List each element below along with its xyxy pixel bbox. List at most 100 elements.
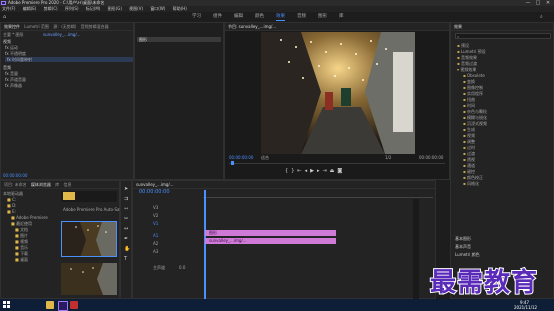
folder-recent[interactable]: ■ 最近使用 bbox=[11, 221, 32, 226]
tree-item-time[interactable]: ▪ 时间 bbox=[463, 103, 475, 108]
tree-item-blur-sharpen[interactable]: ▪ 模糊与锐化 bbox=[463, 115, 487, 120]
tree-item-utility[interactable]: ▪ 实用程序 bbox=[463, 91, 483, 96]
premiere-taskbar-icon[interactable] bbox=[58, 301, 68, 311]
razor-tool-icon[interactable]: ✂ bbox=[124, 217, 128, 222]
tab-sequence[interactable]: sunvalley_...img/... bbox=[136, 181, 174, 188]
tree-item-stylize[interactable]: ▪ 风格化 bbox=[463, 181, 479, 186]
tree-item-noise-grain[interactable]: ▪ 杂色与颗粒 bbox=[463, 109, 487, 114]
workspace-tab-graphics[interactable]: 图形 bbox=[318, 14, 327, 20]
workspace-tab-learn[interactable]: 学习 bbox=[192, 14, 201, 20]
tree-item-transition[interactable]: ▪ 过渡 bbox=[463, 151, 475, 156]
effect-time-remap[interactable]: fx 时间重映射 bbox=[5, 57, 133, 62]
effect-panner[interactable]: fx 声像器 bbox=[5, 83, 22, 88]
quality-dropdown[interactable]: 1/2 bbox=[385, 155, 391, 160]
tree-item-lumetri-presets[interactable]: ▪ Lumetri 预设 bbox=[457, 49, 486, 54]
hand-tool-icon[interactable]: ✋ bbox=[124, 247, 130, 252]
file-explorer-icon[interactable] bbox=[46, 301, 54, 309]
effect-controls-timeline[interactable]: 图形 bbox=[134, 22, 224, 180]
folder-music[interactable]: ■ 音乐 bbox=[15, 245, 28, 250]
search-icon[interactable]: ⌕ bbox=[540, 14, 543, 20]
folder-c[interactable]: ■ C: bbox=[7, 197, 16, 202]
effect-opacity[interactable]: fx 不透明度 bbox=[5, 51, 26, 56]
autosave-item[interactable]: Adobe Premiere Pro Auto-Save bbox=[61, 191, 124, 212]
tree-item-keying[interactable]: ▪ 键控 bbox=[463, 169, 475, 174]
workspace-tab-audio[interactable]: 音频 bbox=[297, 14, 306, 20]
master-volume[interactable]: 0.0 bbox=[179, 265, 185, 270]
clip-thumbnail-2[interactable] bbox=[61, 263, 117, 295]
tree-item-video[interactable]: ▪ 视频 bbox=[463, 133, 475, 138]
tree-item-audio-effects[interactable]: ▪ 音频效果 bbox=[457, 55, 477, 60]
tree-item-transform[interactable]: ▪ 变换 bbox=[463, 79, 475, 84]
tree-item-obsolete-2[interactable]: ▪ 过时 bbox=[463, 145, 475, 150]
folder-videos[interactable]: ■ 视频 bbox=[15, 239, 28, 244]
tree-item-perspective[interactable]: ▪ 透视 bbox=[463, 157, 475, 162]
go-to-in-icon[interactable]: ⇤ bbox=[297, 168, 304, 174]
tree-item-video-effects[interactable]: ▾ 视频效果 bbox=[457, 67, 476, 72]
track-a3[interactable]: A3 bbox=[153, 249, 158, 254]
tab-media-browser[interactable]: 媒体浏览器 bbox=[31, 181, 51, 188]
effect-motion[interactable]: fx 运动 bbox=[5, 45, 18, 50]
home-icon[interactable]: ⌂ bbox=[3, 14, 6, 20]
track-v2[interactable]: V2 bbox=[153, 213, 158, 218]
selection-tool-icon[interactable]: ➤ bbox=[124, 187, 128, 192]
pen-tool-icon[interactable]: ✒ bbox=[124, 237, 128, 242]
track-a2[interactable]: A2 bbox=[153, 241, 158, 246]
export-frame-icon[interactable]: ◙ bbox=[337, 168, 345, 174]
folder-d[interactable]: ■ D: bbox=[7, 203, 17, 208]
track-a1[interactable]: A1 bbox=[153, 233, 158, 238]
workspace-tab-editing[interactable]: 编辑 bbox=[234, 14, 243, 20]
effect-volume[interactable]: fx 音量 bbox=[5, 71, 18, 76]
tree-item-audio-transitions[interactable]: ▪ 音频过渡 bbox=[457, 61, 477, 66]
tab-source[interactable]: 源：(无剪辑) bbox=[53, 23, 76, 30]
effects-search-input[interactable]: ⌕ bbox=[455, 33, 551, 39]
playhead-marker[interactable] bbox=[231, 161, 234, 165]
time-ruler[interactable] bbox=[203, 190, 433, 198]
footer-lumetri-color[interactable]: Lumetri 颜色 bbox=[455, 252, 480, 257]
tab-effects[interactable]: 效果 bbox=[454, 23, 462, 30]
workspace-tab-assembly[interactable]: 组件 bbox=[213, 14, 222, 20]
track-select-tool-icon[interactable]: ⇉ bbox=[124, 197, 128, 202]
tree-item-immersive-video[interactable]: ▪ 沉浸式视频 bbox=[463, 121, 487, 126]
tree-item-color-correction[interactable]: ▪ 颜色校正 bbox=[463, 175, 483, 180]
go-to-out-icon[interactable]: ⇥ bbox=[322, 168, 329, 174]
tab-program[interactable]: 节目: sunvalley_...img/... bbox=[228, 23, 276, 30]
video-preview[interactable] bbox=[261, 32, 415, 154]
program-scrub-bar[interactable] bbox=[229, 163, 445, 164]
footer-essential-sound[interactable]: 基本声音 bbox=[455, 244, 471, 249]
clip-name[interactable]: sunvalley_...img/... bbox=[43, 32, 81, 37]
tree-item-obsolete[interactable]: ▪ Obsolete bbox=[463, 73, 485, 78]
tree-item-distort[interactable]: ▪ 扭曲 bbox=[463, 97, 475, 102]
folder-documents[interactable]: ■ 文档 bbox=[15, 227, 28, 232]
tab-lumetri-scopes[interactable]: Lumetri 范围 bbox=[24, 23, 49, 30]
type-tool-icon[interactable]: T bbox=[124, 257, 127, 262]
workspace-tab-libraries[interactable]: 库 bbox=[339, 14, 344, 20]
ripple-edit-tool-icon[interactable]: ⇿ bbox=[124, 207, 128, 212]
workspace-tab-color[interactable]: 颜色 bbox=[255, 14, 264, 20]
program-timecode-in[interactable]: 00:00:00:00 bbox=[229, 155, 253, 160]
track-v1[interactable]: V1 bbox=[153, 221, 158, 226]
play-icon[interactable]: ▶ bbox=[310, 168, 317, 174]
folder-downloads[interactable]: ■ 下载 bbox=[15, 251, 28, 256]
slip-tool-icon[interactable]: ↔ bbox=[124, 227, 128, 232]
audio-clip[interactable]: sunvalley_...img/... bbox=[205, 238, 336, 244]
clip-thumbnail-1[interactable] bbox=[61, 221, 117, 257]
folder-desktop[interactable]: ■ 桌面 bbox=[15, 257, 28, 262]
effect-channel-volume[interactable]: fx 声道音量 bbox=[5, 77, 26, 82]
tab-libraries[interactable]: 库 bbox=[55, 181, 59, 188]
tree-item-image-control[interactable]: ▪ 图像控制 bbox=[463, 85, 483, 90]
tab-info[interactable]: 信息 bbox=[63, 181, 71, 188]
tab-project[interactable]: 项目: 未命名 bbox=[4, 181, 27, 188]
windows-start-icon[interactable] bbox=[3, 301, 11, 309]
folder-e[interactable]: ■ E: bbox=[7, 209, 16, 214]
track-v3[interactable]: V3 bbox=[153, 205, 158, 210]
video-clip[interactable]: 图形 bbox=[205, 230, 336, 236]
folder-adobe-premiere[interactable]: ■ Adobe Premiere bbox=[11, 215, 48, 220]
workspace-tab-effects[interactable]: 效果 bbox=[276, 14, 285, 21]
footer-essential-graphics[interactable]: 基本图形 bbox=[455, 236, 471, 241]
tree-item-channel[interactable]: ▪ 通道 bbox=[463, 163, 475, 168]
folder-local-drives[interactable]: 本地驱动器 bbox=[3, 191, 23, 196]
tree-item-presets[interactable]: ▪ 预设 bbox=[457, 43, 469, 48]
timeline-timecode[interactable]: 00:00:00:00 bbox=[139, 190, 170, 195]
playhead[interactable] bbox=[204, 190, 206, 300]
tab-effect-controls[interactable]: 效果控件 bbox=[4, 23, 20, 30]
